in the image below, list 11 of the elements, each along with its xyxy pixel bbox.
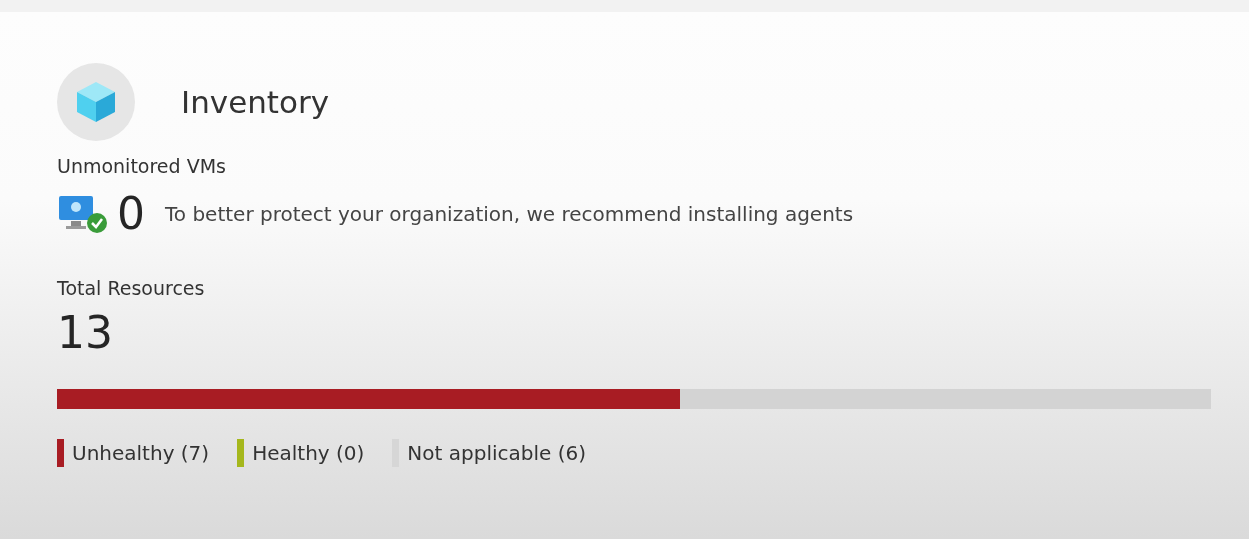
- monitor-check-icon: [57, 194, 109, 234]
- legend-label: Not applicable (6): [407, 441, 586, 465]
- card-title: Inventory: [181, 84, 330, 120]
- total-resources-count: 13: [57, 307, 114, 359]
- legend-label: Healthy (0): [252, 441, 365, 465]
- recommendation-message: To better protect your organization, we recommend installing agents: [165, 202, 854, 226]
- unmonitored-label: Unmonitored VMs: [57, 155, 227, 177]
- unmonitored-count: 0: [117, 189, 145, 239]
- cube-icon: [74, 80, 118, 124]
- legend-label: Unhealthy (7): [72, 441, 210, 465]
- total-resources-label: Total Resources: [57, 277, 206, 299]
